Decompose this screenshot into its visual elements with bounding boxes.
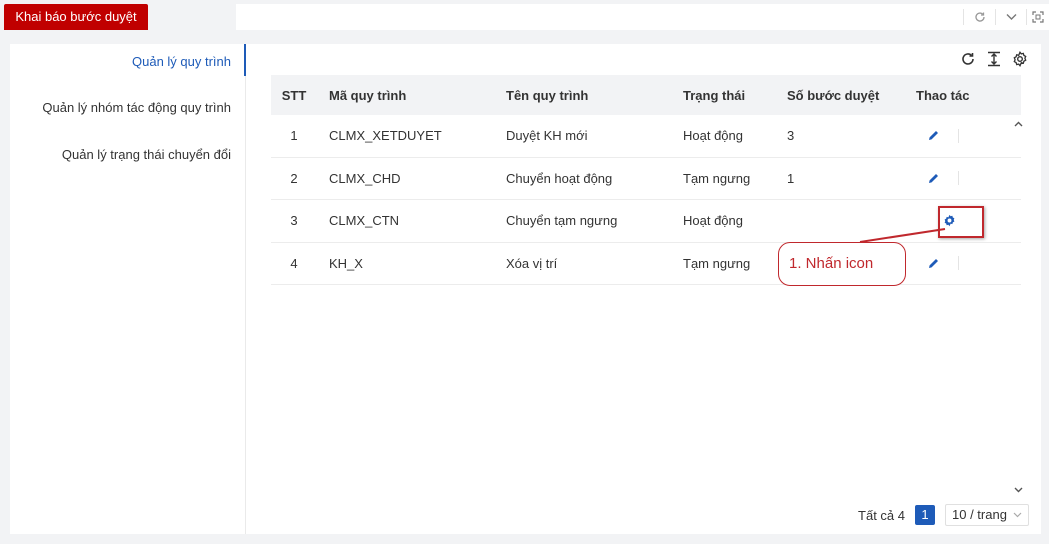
header-trang-thai: Trạng thái xyxy=(683,87,746,103)
table-row: 3 CLMX_CTN Chuyển tạm ngưng Hoạt động xyxy=(271,200,1021,243)
sidebar-item-quan-ly-quy-trinh[interactable]: Quản lý quy trình xyxy=(132,54,231,69)
cell-name: Chuyển tạm ngưng xyxy=(506,213,618,229)
divider xyxy=(958,171,959,186)
edit-icon[interactable] xyxy=(925,170,941,186)
cell-code: KH_X xyxy=(329,255,363,271)
divider xyxy=(963,9,964,25)
table-row: 4 KH_X Xóa vị trí Tạm ngưng xyxy=(271,242,1021,285)
table-toolbar xyxy=(959,50,1029,68)
cell-name: Chuyển hoạt động xyxy=(506,170,613,186)
header-stt: STT xyxy=(281,87,307,103)
pagination: Tất cả 4 1 10 / trang xyxy=(858,504,1029,526)
scroll-down-icon[interactable] xyxy=(1011,484,1025,496)
header-ma-quy-trinh: Mã quy trình xyxy=(329,87,407,103)
table-row: 1 CLMX_XETDUYET Duyệt KH mới Hoạt động 3 xyxy=(271,115,1021,158)
cell-steps: 3 xyxy=(787,128,795,144)
active-indicator xyxy=(244,44,246,76)
cell-stt: 3 xyxy=(290,213,298,229)
highlight-box xyxy=(938,206,984,238)
cell-status: Hoạt động xyxy=(683,128,743,144)
cell-steps: 1 xyxy=(787,170,795,186)
header-ten-quy-trinh: Tên quy trình xyxy=(506,87,589,103)
top-tab-bar: Khai báo bước duyệt xyxy=(0,0,1049,30)
main-panel: Quản lý quy trình Quản lý nhóm tác động … xyxy=(10,44,1041,534)
tab-bar-tools xyxy=(236,4,1049,30)
total-count: Tất cả 4 xyxy=(858,507,905,523)
column-height-icon[interactable] xyxy=(985,50,1003,68)
cell-code: CLMX_CHD xyxy=(329,170,401,186)
chevron-down-icon xyxy=(1013,505,1022,531)
tab-khai-bao-buoc-duyet[interactable]: Khai báo bước duyệt xyxy=(4,4,148,30)
refresh-icon[interactable] xyxy=(959,50,977,68)
edit-icon[interactable] xyxy=(925,255,941,271)
fullscreen-icon[interactable] xyxy=(1027,4,1049,30)
cell-actions xyxy=(916,158,1021,200)
cell-actions xyxy=(916,243,1021,285)
header-so-buoc-duyet: Số bước duyệt xyxy=(787,87,880,103)
refresh-icon[interactable] xyxy=(965,4,995,30)
cell-name: Xóa vị trí xyxy=(506,255,558,271)
cell-status: Tạm ngưng xyxy=(683,255,751,271)
sidebar-item-quan-ly-nhom-tac-dong[interactable]: Quản lý nhóm tác động quy trình xyxy=(42,100,231,115)
cell-name: Duyệt KH mới xyxy=(506,128,588,144)
header-thao-tac: Thao tác xyxy=(916,87,970,103)
cell-stt: 4 xyxy=(290,255,298,271)
sidebar-item-quan-ly-trang-thai[interactable]: Quản lý trạng thái chuyển đổi xyxy=(62,147,231,162)
process-table: STT Mã quy trình Tên quy trình Trạng thá… xyxy=(271,75,1021,285)
content-area: STT Mã quy trình Tên quy trình Trạng thá… xyxy=(247,44,1041,534)
cell-status: Tạm ngưng xyxy=(683,170,751,186)
page-size-select[interactable]: 10 / trang xyxy=(945,504,1029,526)
divider xyxy=(958,128,959,143)
sidebar: Quản lý quy trình Quản lý nhóm tác động … xyxy=(10,44,246,534)
divider xyxy=(958,256,959,271)
vertical-scrollbar[interactable] xyxy=(1011,74,1025,496)
page-size-label: 10 / trang xyxy=(952,507,1007,522)
scroll-up-icon[interactable] xyxy=(1011,118,1025,130)
table-header: STT Mã quy trình Tên quy trình Trạng thá… xyxy=(271,75,1021,115)
cell-stt: 2 xyxy=(290,170,298,186)
cell-status: Hoạt động xyxy=(683,213,743,229)
cell-actions xyxy=(916,115,1021,157)
cell-code: CLMX_CTN xyxy=(329,213,400,229)
cell-code: CLMX_XETDUYET xyxy=(329,128,442,144)
chevron-down-icon[interactable] xyxy=(996,4,1026,30)
edit-icon[interactable] xyxy=(925,128,941,144)
callout-label: 1. Nhấn icon xyxy=(778,242,906,286)
table-row: 2 CLMX_CHD Chuyển hoạt động Tạm ngưng 1 xyxy=(271,157,1021,200)
cell-stt: 1 xyxy=(290,128,298,144)
page-button-current[interactable]: 1 xyxy=(915,505,935,525)
settings-icon[interactable] xyxy=(1011,50,1029,68)
